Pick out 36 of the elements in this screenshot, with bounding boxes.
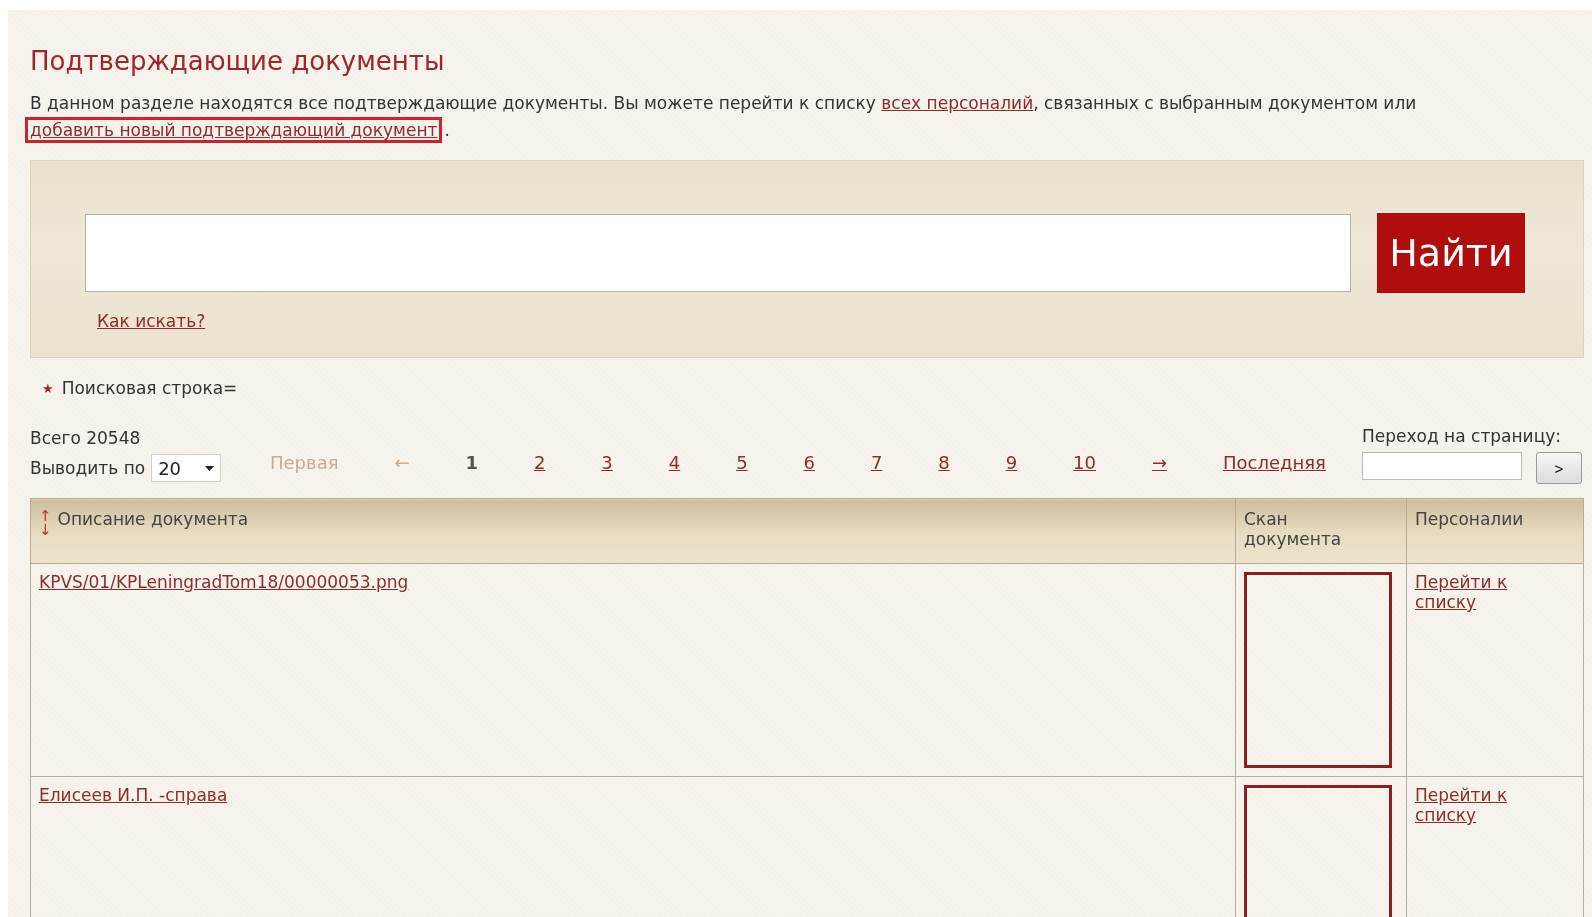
find-button[interactable]: Найти (1377, 213, 1525, 293)
page-link[interactable]: 3 (601, 451, 613, 473)
page-link[interactable]: Последняя (1222, 451, 1326, 473)
goto-page-label: Переход на страницу: (1362, 426, 1563, 446)
sort-up-icon[interactable]: ↑ (39, 509, 52, 523)
column-header: Персоналии (1406, 498, 1584, 564)
page-link[interactable]: 10 (1073, 451, 1096, 473)
sort-down-icon[interactable]: ↓ (39, 523, 52, 537)
page-link[interactable]: 7 (870, 451, 883, 473)
goto-page-button[interactable]: > (1536, 452, 1582, 484)
dropdown-caret-icon (205, 465, 215, 471)
per-page-select[interactable]: 20 (151, 454, 222, 482)
document-link[interactable]: KPVS/01/KPLeningradTom18/00000053.png (39, 572, 409, 592)
persons-link[interactable]: Перейти к списку (1415, 785, 1525, 825)
star-icon: ★ (42, 380, 54, 396)
page-link[interactable]: → (1151, 451, 1167, 473)
total-count: Всего 20548 (30, 428, 142, 448)
persons-link[interactable]: Перейти к списку (1415, 572, 1525, 612)
intro-link[interactable]: добавить новый подтверждающий документ (25, 117, 443, 143)
page-link[interactable]: 6 (803, 451, 815, 473)
goto-page-field[interactable] (1362, 452, 1522, 480)
page-link[interactable]: 4 (668, 451, 681, 473)
column-header-text: Описание документа (57, 509, 249, 531)
search-help-link[interactable]: Как искать? (97, 311, 206, 331)
column-header: Скан документа (1235, 498, 1407, 564)
page-link[interactable]: 1 (465, 451, 478, 473)
per-page-label: Выводить по (30, 458, 146, 478)
document-link[interactable]: Елисеев И.П. -справа (39, 785, 228, 805)
search-field[interactable] (85, 214, 1351, 292)
page-link[interactable]: 8 (938, 451, 950, 473)
page-link[interactable]: 9 (1005, 451, 1018, 473)
intro-link[interactable]: всех персоналий (881, 93, 1034, 113)
filter-text: Поисковая строка= (61, 378, 238, 398)
page-title: Подтверждающие документы (30, 46, 446, 76)
page-link[interactable]: 2 (533, 451, 546, 473)
page-link[interactable]: 5 (736, 451, 748, 473)
